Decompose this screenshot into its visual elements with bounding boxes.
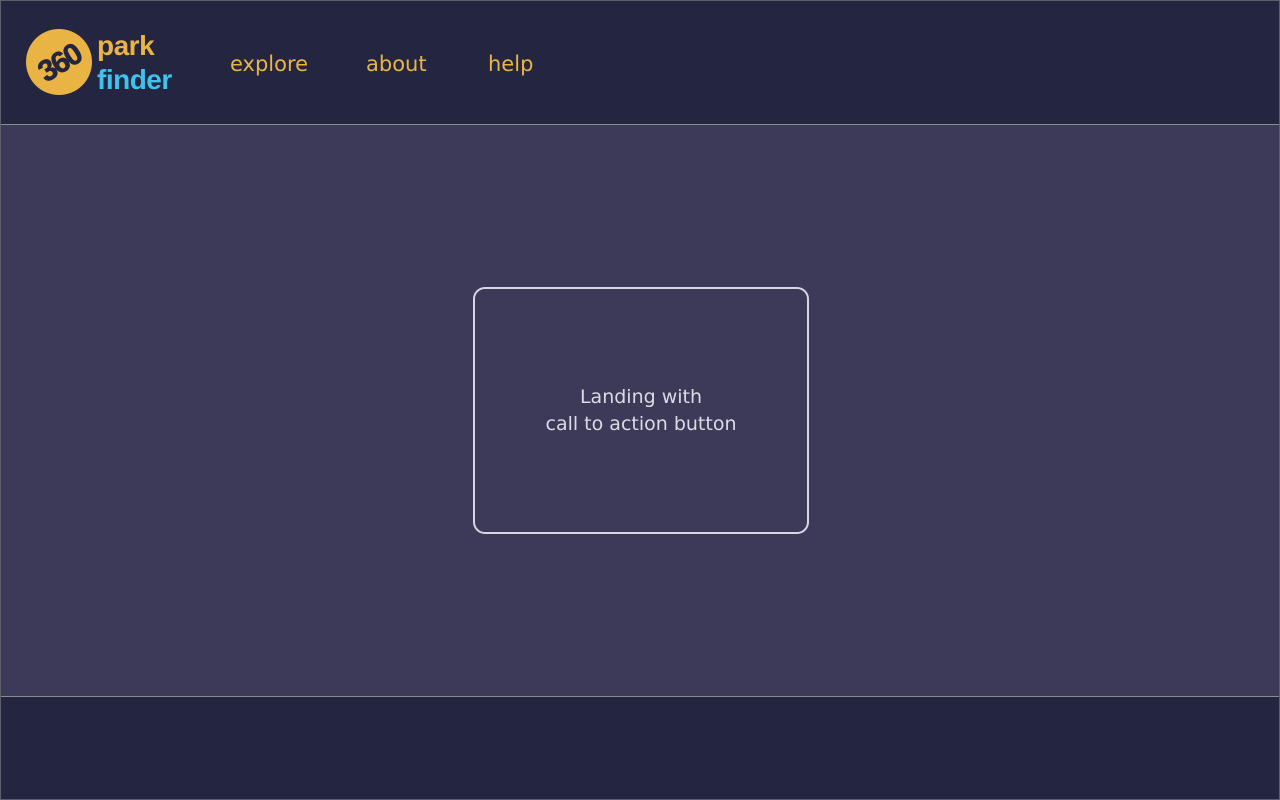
site-header: 360 park finder explore about help — [1, 1, 1279, 125]
placeholder-line-2: call to action button — [545, 412, 737, 435]
nav-help-link[interactable]: help — [488, 49, 533, 79]
main-content: Landing with call to action button — [1, 125, 1279, 697]
logo-word-finder: finder — [97, 64, 172, 95]
logo-word-park: park — [97, 30, 155, 61]
nav-explore-link[interactable]: explore — [230, 49, 308, 79]
logo-badge-icon: 360 — [26, 29, 92, 95]
nav-about-link[interactable]: about — [366, 49, 427, 79]
placeholder-line-1: Landing with — [579, 385, 703, 408]
home-logo-link[interactable]: 360 park finder — [26, 29, 186, 99]
app-window: 360 park finder explore about help Landi… — [0, 0, 1280, 800]
landing-cta-placeholder: Landing with call to action button — [473, 287, 809, 534]
site-footer — [1, 697, 1279, 799]
